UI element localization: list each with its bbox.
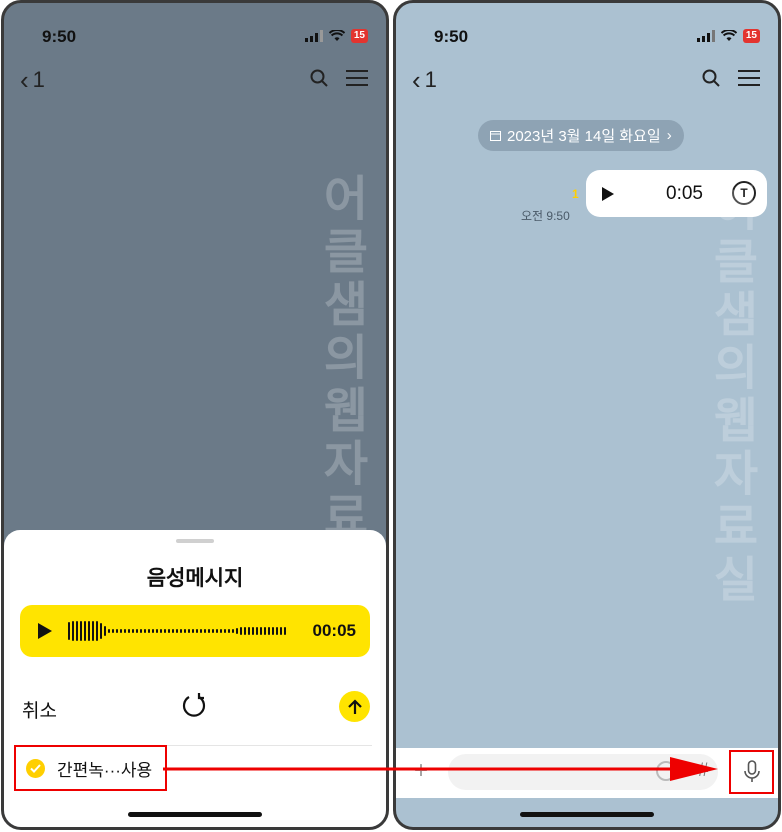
chevron-left-icon: ‹ bbox=[412, 65, 421, 95]
left-phone-screen: 9:50 15 ‹ 1 어클샘의웹자료실 음성메시지 bbox=[1, 0, 389, 830]
send-button[interactable] bbox=[339, 691, 370, 722]
menu-icon[interactable] bbox=[738, 70, 760, 86]
battery-indicator: 15 bbox=[742, 29, 760, 43]
emoji-icon[interactable] bbox=[656, 761, 676, 781]
menu-icon[interactable] bbox=[346, 70, 368, 86]
voice-message-sheet: 음성메시지 00:05 취소 간편녹···사용 bbox=[4, 530, 386, 827]
status-time: 9:50 bbox=[42, 27, 77, 46]
message-input[interactable] bbox=[448, 754, 718, 790]
status-time: 9:50 bbox=[434, 27, 469, 46]
chat-nav-bar: ‹ 1 bbox=[396, 63, 778, 99]
date-divider[interactable]: 2023년 3월 14일 화요일 › bbox=[478, 120, 684, 151]
back-count: 1 bbox=[424, 67, 437, 92]
search-icon[interactable] bbox=[702, 69, 720, 87]
chevron-left-icon: ‹ bbox=[20, 65, 29, 95]
signal-icon bbox=[696, 30, 715, 42]
cancel-button[interactable]: 취소 bbox=[22, 696, 57, 723]
chevron-right-icon: › bbox=[666, 127, 672, 144]
sheet-title: 음성메시지 bbox=[146, 567, 244, 590]
send-arrow-icon bbox=[347, 698, 362, 714]
chat-input-bar: + # bbox=[396, 748, 778, 798]
calendar-icon bbox=[490, 131, 501, 141]
wifi-icon bbox=[720, 30, 737, 41]
signal-icon bbox=[304, 30, 323, 42]
status-icons: 15 bbox=[696, 29, 760, 43]
hash-button[interactable]: # bbox=[698, 760, 709, 782]
voice-preview-player[interactable]: 00:05 bbox=[20, 605, 370, 657]
mic-icon bbox=[743, 760, 760, 782]
plus-icon[interactable]: + bbox=[414, 757, 428, 785]
retry-icon[interactable] bbox=[180, 692, 208, 720]
status-icons: 15 bbox=[304, 29, 368, 43]
home-indicator bbox=[520, 812, 654, 817]
check-icon[interactable] bbox=[26, 758, 45, 778]
unread-count: 1 bbox=[572, 187, 579, 201]
back-button[interactable]: ‹ 1 bbox=[20, 67, 45, 93]
easy-record-option[interactable]: 간편녹···사용 bbox=[14, 745, 167, 791]
watermark: 어클샘의웹자료실 bbox=[713, 183, 759, 607]
back-button[interactable]: ‹ 1 bbox=[412, 67, 437, 93]
status-bar: 9:50 15 bbox=[396, 3, 778, 59]
chat-nav-bar: ‹ 1 bbox=[4, 63, 386, 99]
right-phone-screen: 9:50 15 ‹ 1 2023년 3월 14일 화요일 › 1 오전 9:50… bbox=[393, 0, 781, 830]
wifi-icon bbox=[328, 30, 345, 41]
mic-button[interactable] bbox=[729, 750, 774, 794]
back-count: 1 bbox=[32, 67, 45, 92]
home-indicator bbox=[128, 812, 262, 817]
sheet-handle[interactable] bbox=[176, 539, 214, 543]
voice-duration: 0:05 bbox=[666, 183, 703, 204]
easy-record-label: 간편녹···사용 bbox=[57, 760, 153, 780]
date-label: 2023년 3월 14일 화요일 bbox=[507, 128, 661, 145]
search-icon[interactable] bbox=[310, 69, 328, 87]
voice-duration: 00:05 bbox=[312, 621, 356, 640]
battery-indicator: 15 bbox=[350, 29, 368, 43]
play-icon[interactable] bbox=[38, 623, 52, 639]
play-icon[interactable] bbox=[602, 187, 614, 201]
message-time: 오전 9:50 bbox=[521, 209, 570, 223]
status-bar: 9:50 15 bbox=[4, 3, 386, 59]
waveform bbox=[68, 618, 286, 644]
